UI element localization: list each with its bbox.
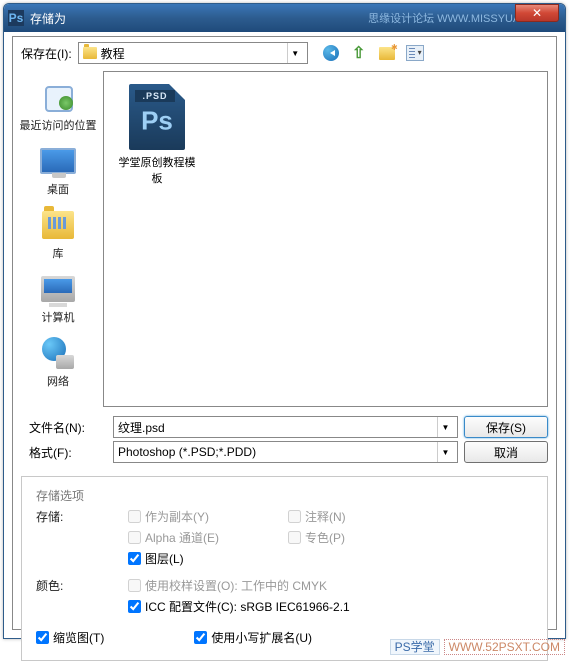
up-button[interactable]: ⇧ bbox=[350, 44, 368, 62]
computer-icon bbox=[41, 276, 75, 302]
color-section-label: 颜色: bbox=[36, 577, 128, 615]
checkbox-lowercase[interactable]: 使用小写扩展名(U) bbox=[194, 629, 312, 646]
checkbox-proof: 使用校样设置(O): 工作中的 CMYK bbox=[128, 577, 533, 594]
window-title: 存储为 bbox=[30, 10, 368, 27]
checkbox-layers[interactable]: 图层(L) bbox=[128, 550, 288, 567]
sidebar-item-library[interactable]: 库 bbox=[13, 203, 103, 265]
save-in-label: 保存在(I): bbox=[21, 45, 72, 62]
file-item[interactable]: .PSD Ps 学堂原创教程模板 bbox=[112, 80, 202, 190]
location-combo[interactable]: 教程 ▼ bbox=[78, 42, 308, 64]
places-sidebar: 最近访问的位置 桌面 库 计算机 网络 bbox=[13, 69, 103, 409]
sidebar-item-label: 最近访问的位置 bbox=[20, 117, 97, 133]
file-label: 学堂原创教程模板 bbox=[116, 154, 198, 186]
folder-icon bbox=[83, 47, 97, 59]
save-section-label: 存储: bbox=[36, 508, 128, 567]
sidebar-item-recent[interactable]: 最近访问的位置 bbox=[13, 75, 103, 137]
close-icon: ✕ bbox=[532, 6, 542, 20]
filename-value: 纹理.psd bbox=[118, 419, 165, 436]
location-text: 教程 bbox=[101, 45, 125, 62]
sidebar-item-label: 计算机 bbox=[42, 309, 75, 325]
sidebar-item-computer[interactable]: 计算机 bbox=[13, 267, 103, 329]
back-icon bbox=[323, 45, 339, 61]
cancel-button[interactable]: 取消 bbox=[464, 441, 548, 463]
dialog-body: 保存在(I): 教程 ▼ ⇧ 最近访问的位置 bbox=[12, 36, 557, 630]
format-combo[interactable]: Photoshop (*.PSD;*.PDD) ▼ bbox=[113, 441, 458, 463]
options-title: 存储选项 bbox=[36, 487, 533, 504]
filename-label: 文件名(N): bbox=[21, 419, 107, 436]
checkbox-spot: 专色(P) bbox=[288, 529, 448, 546]
toolbar: 保存在(I): 教程 ▼ ⇧ bbox=[13, 37, 556, 69]
new-folder-button[interactable] bbox=[378, 44, 396, 62]
chevron-down-icon: ▼ bbox=[437, 442, 453, 462]
views-icon bbox=[406, 45, 424, 61]
format-label: 格式(F): bbox=[21, 444, 107, 461]
network-icon bbox=[42, 337, 74, 369]
file-list[interactable]: .PSD Ps 学堂原创教程模板 bbox=[103, 71, 548, 407]
titlebar: Ps 存储为 思缘设计论坛 WWW.MISSYUAN.COM ✕ bbox=[4, 4, 565, 32]
app-icon: Ps bbox=[8, 10, 24, 26]
sidebar-item-label: 库 bbox=[53, 245, 64, 261]
desktop-icon bbox=[40, 148, 76, 174]
checkbox-alpha: Alpha 通道(E) bbox=[128, 529, 288, 546]
up-icon: ⇧ bbox=[352, 43, 365, 63]
sidebar-item-desktop[interactable]: 桌面 bbox=[13, 139, 103, 201]
psd-file-icon: .PSD Ps bbox=[129, 84, 185, 150]
filename-input[interactable]: 纹理.psd ▼ bbox=[113, 416, 458, 438]
chevron-down-icon: ▼ bbox=[287, 43, 303, 63]
sidebar-item-label: 桌面 bbox=[47, 181, 69, 197]
close-button[interactable]: ✕ bbox=[515, 4, 559, 22]
save-as-dialog: Ps 存储为 思缘设计论坛 WWW.MISSYUAN.COM ✕ 保存在(I):… bbox=[3, 3, 566, 639]
format-value: Photoshop (*.PSD;*.PDD) bbox=[118, 445, 256, 459]
sidebar-item-network[interactable]: 网络 bbox=[13, 331, 103, 393]
sidebar-item-label: 网络 bbox=[47, 373, 69, 389]
checkbox-copy: 作为副本(Y) bbox=[128, 508, 288, 525]
recent-icon bbox=[41, 82, 75, 112]
footer-watermark: PS学堂WWW.52PSXT.COM bbox=[390, 638, 565, 655]
save-button[interactable]: 保存(S) bbox=[464, 416, 548, 438]
checkbox-icc[interactable]: ICC 配置文件(C): sRGB IEC61966-2.1 bbox=[128, 598, 533, 615]
checkbox-thumbnail[interactable]: 缩览图(T) bbox=[36, 629, 104, 646]
checkbox-notes: 注释(N) bbox=[288, 508, 448, 525]
save-options-panel: 存储选项 存储: 作为副本(Y) 注释(N) Alpha 通道(E) 专色(P)… bbox=[21, 476, 548, 661]
back-button[interactable] bbox=[322, 44, 340, 62]
new-folder-icon bbox=[379, 47, 395, 60]
chevron-down-icon: ▼ bbox=[437, 417, 453, 437]
views-button[interactable] bbox=[406, 44, 424, 62]
library-icon bbox=[42, 211, 74, 239]
